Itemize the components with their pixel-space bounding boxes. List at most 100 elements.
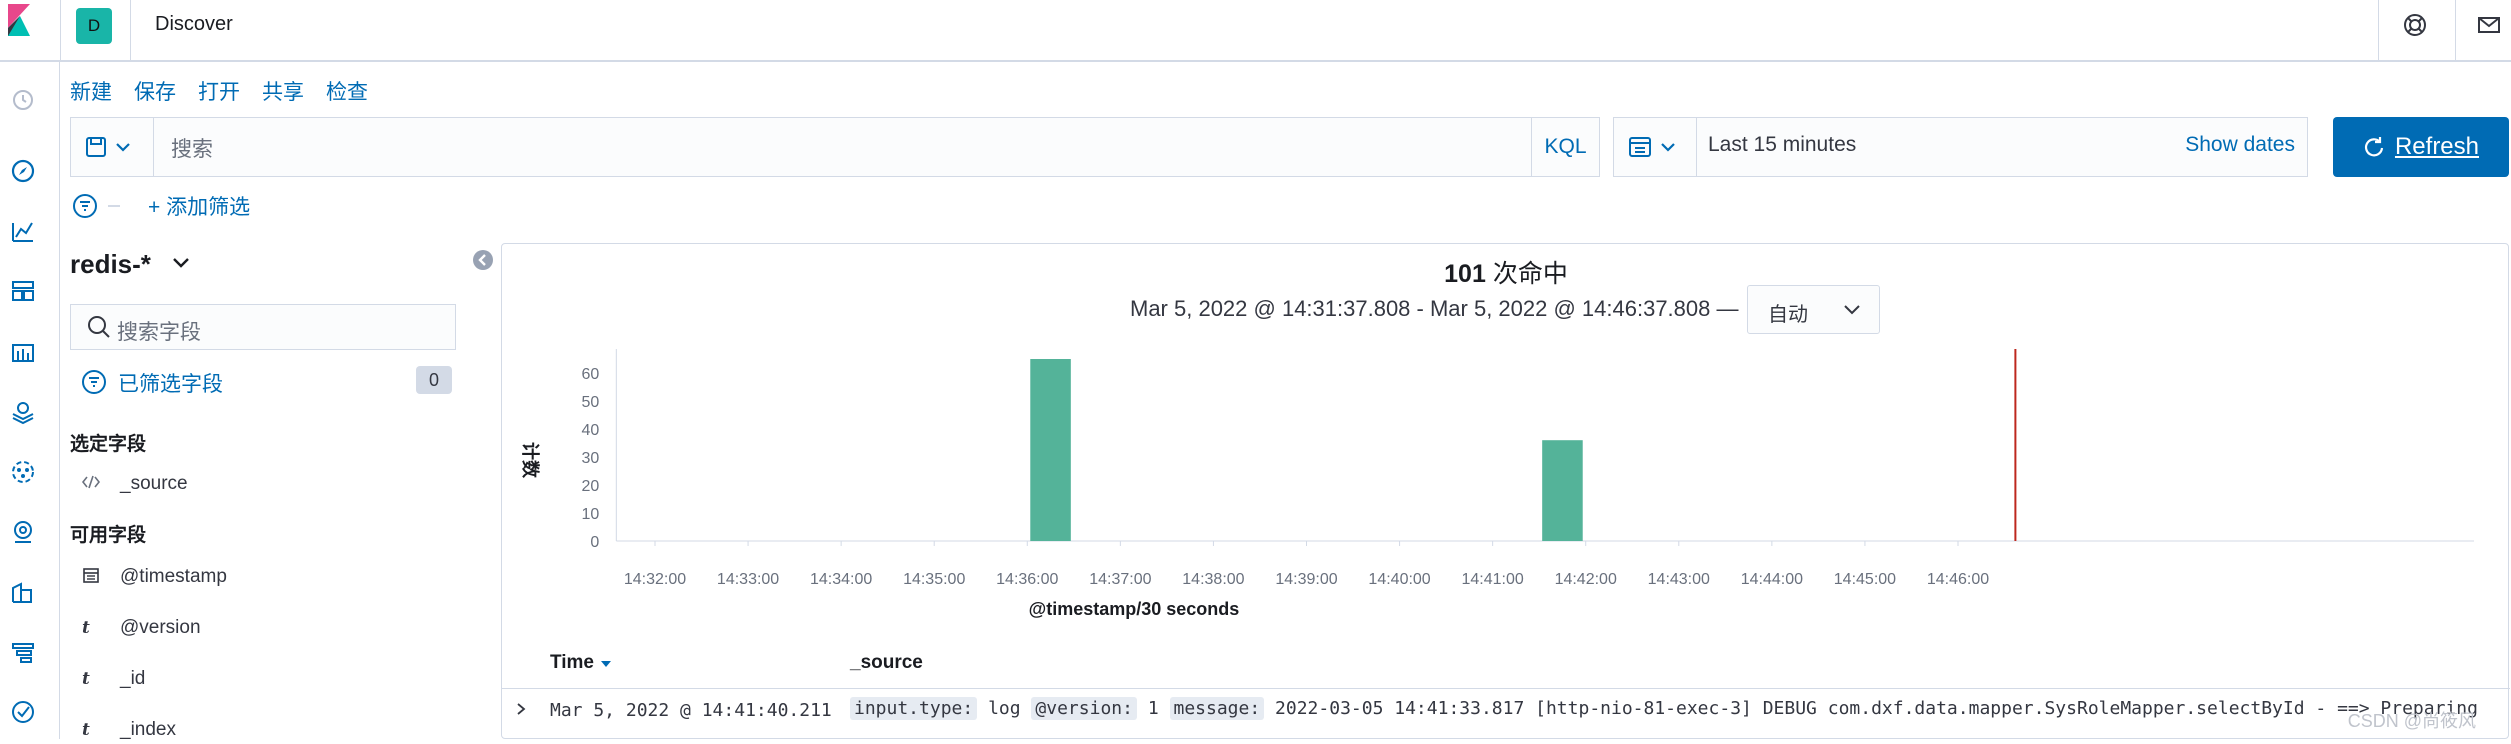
x-tick-label: 14:45:00	[1834, 571, 1896, 588]
histogram-chart[interactable]: 0 10 20 30 40 50 60 14:32:00 14:33:00 14:34:00 14:…	[502, 344, 2510, 644]
saved-query-button[interactable]	[71, 118, 154, 176]
uptime-icon[interactable]	[9, 698, 37, 726]
x-tick-label: 14:40:00	[1368, 571, 1430, 588]
field-item[interactable]: t _index	[82, 716, 176, 744]
source-key: @version:	[1031, 697, 1137, 720]
header-divider	[2455, 0, 2456, 62]
top-header: D Discover	[0, 0, 2511, 62]
hit-count-number: 101	[1444, 260, 1486, 288]
sort-desc-icon	[601, 661, 612, 667]
header-divider	[130, 0, 131, 62]
help-icon[interactable]	[2400, 10, 2430, 40]
index-pattern-label: redis-*	[70, 249, 151, 279]
field-item[interactable]: t _id	[82, 665, 145, 693]
filtered-fields-count: 0	[416, 366, 452, 394]
field-name: _index	[120, 719, 176, 740]
mail-icon[interactable]	[2474, 10, 2504, 40]
x-tick-label: 14:33:00	[717, 571, 779, 588]
add-filter-button[interactable]: + 添加筛选	[148, 191, 250, 221]
calendar-icon	[82, 566, 106, 589]
results-panel: 101 次命中 Mar 5, 2022 @ 14:31:37.808 - Mar…	[501, 243, 2510, 739]
x-tick-label: 14:41:00	[1462, 571, 1524, 588]
interval-value: 自动	[1768, 304, 1808, 326]
menu-share[interactable]: 共享	[262, 76, 304, 108]
y-tick-label: 60	[582, 366, 600, 383]
source-value: log	[988, 698, 1021, 719]
field-search-input[interactable]: 搜索字段	[70, 304, 456, 350]
interval-select[interactable]: 自动	[1747, 285, 1880, 334]
row-source: input.type: log @version: 1 message: 202…	[850, 697, 2478, 720]
filter-options-icon[interactable]	[70, 191, 130, 221]
x-tick-label: 14:42:00	[1555, 571, 1617, 588]
expand-row-icon[interactable]	[514, 700, 528, 723]
x-axis-title: @timestamp/30 seconds	[1029, 599, 1240, 619]
field-name: @timestamp	[120, 566, 227, 587]
menu-inspect[interactable]: 检查	[326, 76, 368, 108]
row-time: Mar 5, 2022 @ 14:41:40.211	[550, 700, 832, 721]
y-axis-title: 计数	[519, 442, 541, 479]
column-header-time[interactable]: Time	[550, 652, 613, 674]
time-range-text: Mar 5, 2022 @ 14:31:37.808 - Mar 5, 2022…	[1130, 296, 1739, 321]
source-key: message:	[1169, 697, 1265, 720]
field-name: @version	[120, 617, 201, 638]
field-item[interactable]: @timestamp	[82, 563, 227, 591]
canvas-icon[interactable]	[9, 337, 37, 365]
string-type-icon: t	[82, 720, 90, 740]
y-tick-label: 50	[582, 394, 600, 411]
chevron-down-icon	[173, 258, 190, 268]
source-key: input.type:	[850, 697, 978, 720]
side-nav	[0, 62, 60, 739]
menu-open[interactable]: 打开	[198, 76, 240, 108]
x-tick-label: 14:37:00	[1089, 571, 1151, 588]
logs-icon[interactable]	[9, 578, 37, 606]
filtered-fields-label: 已筛选字段	[118, 373, 223, 396]
source-value: 2022-03-05 14:41:33.817 [http-nio-81-exe…	[1275, 698, 2478, 719]
apm-icon[interactable]	[9, 638, 37, 666]
dashboard-icon[interactable]	[9, 277, 37, 305]
menu-save[interactable]: 保存	[134, 76, 176, 108]
x-tick-label: 14:36:00	[996, 571, 1058, 588]
page-title: Discover	[155, 13, 233, 35]
discover-compass-icon[interactable]	[9, 157, 37, 185]
x-tick-label: 14:44:00	[1741, 571, 1803, 588]
save-disk-icon	[86, 137, 130, 157]
header-divider	[2378, 0, 2379, 62]
y-tick-label: 10	[582, 506, 600, 523]
hit-count-label: 次命中	[1492, 260, 1568, 288]
infrastructure-icon[interactable]	[9, 518, 37, 546]
field-search-placeholder: 搜索字段	[117, 321, 201, 344]
chevron-down-icon	[1844, 305, 1860, 315]
code-icon	[81, 474, 106, 494]
refresh-icon	[2364, 137, 2384, 157]
top-menu: 新建 保存 打开 共享 检查	[70, 76, 390, 108]
y-tick-label: 0	[590, 534, 599, 551]
date-picker: Last 15 minutes Show dates	[1613, 117, 2308, 177]
field-item[interactable]: t @version	[82, 614, 201, 642]
ml-icon[interactable]	[9, 458, 37, 486]
query-bar: 搜索 KQL	[70, 117, 1600, 177]
x-tick-label: 14:43:00	[1648, 571, 1710, 588]
refresh-button[interactable]: Refresh	[2333, 117, 2509, 177]
filter-icon	[82, 370, 106, 394]
index-pattern-selector[interactable]: redis-*	[70, 249, 194, 280]
space-avatar[interactable]: D	[76, 8, 112, 44]
field-name: _id	[120, 668, 146, 689]
field-name: _source	[120, 473, 188, 494]
filter-bar: + 添加筛选	[70, 191, 250, 221]
search-input[interactable]: 搜索	[171, 133, 213, 163]
kibana-logo[interactable]	[0, 0, 44, 48]
visualize-icon[interactable]	[9, 217, 37, 245]
collapse-sidebar-button[interactable]	[473, 250, 493, 270]
y-tick-label: 40	[582, 422, 600, 439]
header-divider	[60, 0, 61, 62]
filtered-fields-toggle[interactable]: 已筛选字段 0	[80, 366, 452, 398]
date-range-label[interactable]: Last 15 minutes	[1708, 133, 1856, 157]
field-item[interactable]: _source	[81, 470, 188, 498]
menu-new[interactable]: 新建	[70, 76, 112, 108]
recent-clock-icon[interactable]	[9, 86, 37, 114]
quick-menu-button[interactable]	[1614, 118, 1697, 176]
chevron-left-icon	[478, 254, 486, 266]
show-dates-link[interactable]: Show dates	[2185, 133, 2295, 157]
kql-toggle[interactable]: KQL	[1531, 118, 1599, 176]
maps-icon[interactable]	[9, 398, 37, 426]
